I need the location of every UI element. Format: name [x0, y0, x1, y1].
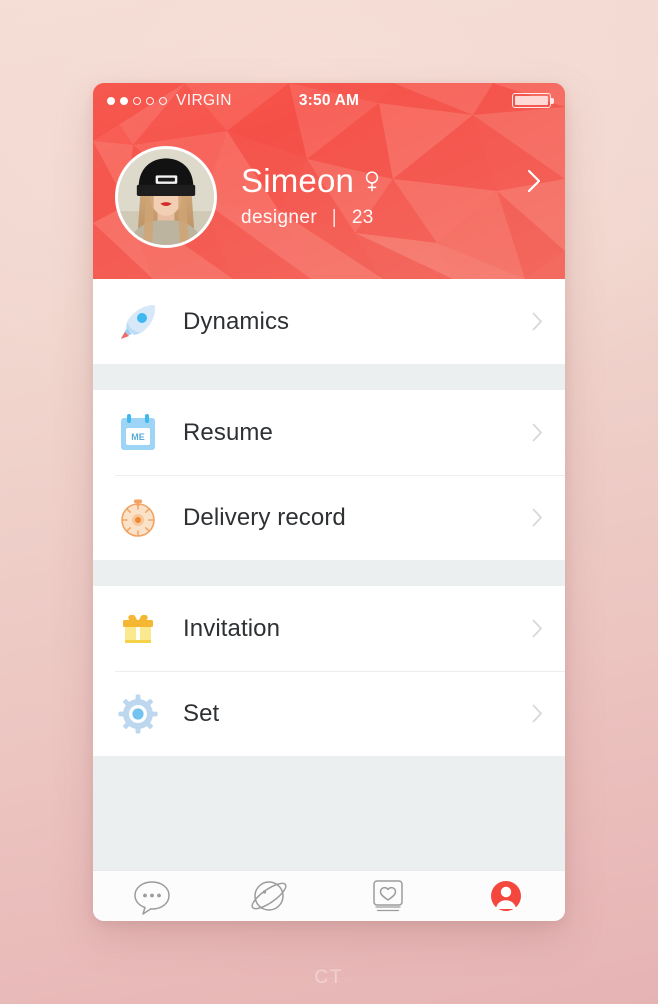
chevron-right-icon[interactable] — [532, 312, 543, 331]
tab-label: pair — [375, 921, 401, 922]
profile-meta-separator: | — [331, 206, 338, 228]
battery-icon — [512, 93, 554, 108]
tab-me[interactable]: me — [447, 871, 565, 921]
rocket-icon — [115, 299, 161, 345]
profile-summary[interactable]: Simeon designer | 23 — [93, 118, 565, 268]
chevron-right-icon[interactable] — [532, 619, 543, 638]
avatar[interactable] — [115, 145, 217, 248]
tab-label: message — [121, 921, 184, 922]
female-symbol-icon — [365, 171, 379, 192]
menu-item-set[interactable]: Set — [93, 671, 565, 756]
chevron-right-icon[interactable] — [532, 704, 543, 723]
watermark-text: CT — [314, 967, 344, 988]
profile-meta: designer | 23 — [241, 207, 381, 229]
profile-info: Simeon designer | 23 — [241, 164, 381, 229]
profile-occupation: designer — [241, 206, 318, 228]
menu-item-resume[interactable]: ME Resume — [93, 390, 565, 475]
menu-item-label: Resume — [183, 418, 273, 446]
menu-item-label: Delivery record — [183, 503, 346, 531]
phone-screen: VIRGIN 3:50 AM Simeon designer | 23 Dyna… — [93, 83, 565, 921]
person-circle-icon — [491, 880, 521, 911]
menu-item-invitation[interactable]: Invitation — [93, 586, 565, 671]
profile-header: VIRGIN 3:50 AM Simeon designer | 23 — [93, 83, 565, 279]
menu-item-label: Set — [183, 699, 220, 727]
menu-item-label: Invitation — [183, 614, 281, 642]
user-avatar-photo — [118, 148, 214, 245]
menu-group-2: ME Resume Delivery record — [93, 390, 565, 560]
tab-label: found — [250, 921, 289, 922]
status-bar-clock: 3:50 AM — [298, 91, 360, 109]
heart-cards-icon — [373, 879, 403, 911]
profile-name: Simeon — [241, 162, 355, 200]
speech-bubble-icon — [134, 880, 170, 915]
tab-pair[interactable]: pair — [329, 871, 447, 921]
menu-item-delivery-record[interactable]: Delivery record — [93, 475, 565, 560]
chevron-right-icon[interactable] — [532, 508, 543, 527]
tab-found[interactable]: found — [211, 871, 329, 921]
menu-section-gap-1 — [93, 364, 565, 390]
profile-chevron-right-icon[interactable] — [527, 169, 541, 193]
menu-item-label: Dynamics — [183, 307, 290, 335]
menu-item-dynamics[interactable]: Dynamics — [93, 279, 565, 364]
menu-group-1: Dynamics — [93, 279, 565, 364]
gear-icon — [115, 691, 161, 737]
chevron-right-icon[interactable] — [532, 423, 543, 442]
calendar-me-icon: ME — [115, 410, 161, 456]
bottom-tab-bar: message found pair — [93, 870, 565, 921]
profile-age: 23 — [351, 206, 374, 228]
calendar-icon-text: ME — [131, 432, 145, 442]
planet-icon — [251, 880, 287, 911]
list-empty-area — [93, 756, 565, 870]
tab-label: me — [495, 921, 516, 922]
menu-section-gap-2 — [93, 560, 565, 586]
stopwatch-icon — [115, 495, 161, 541]
menu-group-3: Invitation Set — [93, 586, 565, 756]
tab-message[interactable]: message — [93, 871, 211, 921]
status-bar: VIRGIN 3:50 AM — [93, 83, 565, 118]
menu-list: Dynamics ME Resume Delivery record Invit… — [93, 279, 565, 870]
gift-box-icon — [115, 606, 161, 652]
